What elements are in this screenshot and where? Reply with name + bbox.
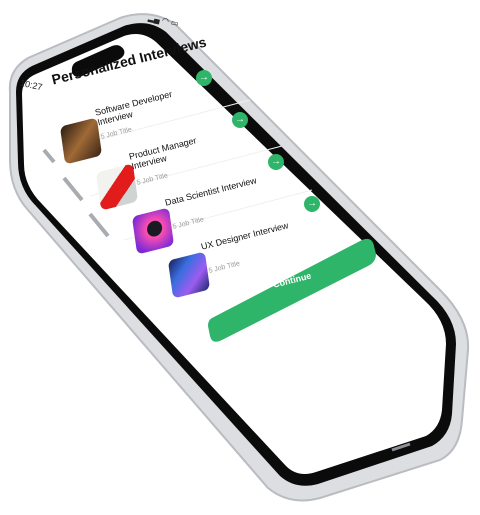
arrow-right-icon[interactable]: → (232, 112, 248, 128)
arrow-right-icon[interactable]: → (304, 196, 320, 212)
arrow-right-icon[interactable]: → (196, 70, 212, 86)
arrow-right-icon[interactable]: → (268, 154, 284, 170)
